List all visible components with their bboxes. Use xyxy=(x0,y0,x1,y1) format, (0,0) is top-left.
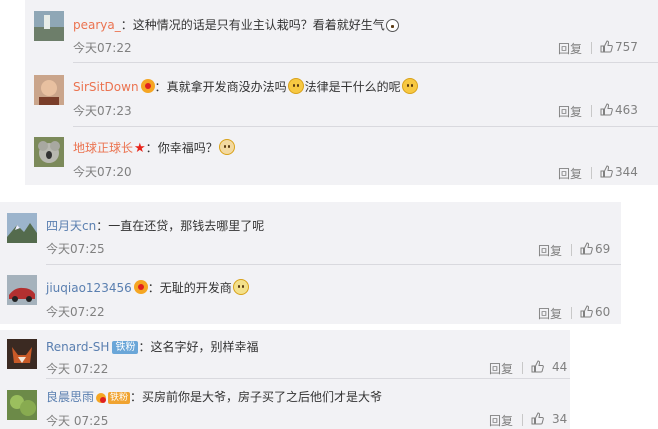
colon: ： xyxy=(120,18,133,32)
timestamp: 今天07:25 xyxy=(46,242,105,256)
comment-text: 买房前你是大爷，房子买了之后他们才是大爷 xyxy=(142,390,383,404)
like-count: 69 xyxy=(595,242,611,256)
reply-button[interactable]: 回复 xyxy=(538,242,562,259)
reply-button[interactable]: 回复 xyxy=(558,103,582,120)
comment-item: 良晨思雨 铁粉 ：买房前你是大爷，房子买了之后他们才是大爷 今天 07:25 回复 … xyxy=(0,379,570,429)
timestamp: 今天 07:22 xyxy=(46,362,109,376)
divider xyxy=(591,167,592,179)
divider xyxy=(591,105,592,117)
comment-panel-bottom: Renard-SH 铁粉 ：这名字好，别样幸福 今天 07:22 回复 44 良晨思… xyxy=(0,330,570,429)
username[interactable]: pearya_ xyxy=(73,18,121,32)
timestamp: 今天07:22 xyxy=(46,305,105,319)
like-count: 60 xyxy=(595,305,611,319)
comment-panel-top: pearya_：这种情况的话是只有业主认栽吗？看着就好生气 今天07:22 回复… xyxy=(25,0,658,185)
like-button[interactable]: 34 xyxy=(531,412,567,426)
comment-item: 地球正球长★：你幸福吗？ 今天07:20 回复 344 xyxy=(25,127,658,185)
comment-text-part: 真就拿开发商没办法吗 xyxy=(166,80,287,94)
star-badge-icon: ★ xyxy=(134,141,146,156)
like-count: 757 xyxy=(615,40,638,54)
comment-text: 无耻的开发商 xyxy=(159,281,232,295)
reply-button[interactable]: 回复 xyxy=(558,165,582,182)
comment-text: 一直在还贷，那钱去哪里了呢 xyxy=(108,219,265,233)
colon: ： xyxy=(96,219,109,233)
like-count: 344 xyxy=(615,165,638,179)
reply-button[interactable]: 回复 xyxy=(489,360,513,377)
comment-text-part: 法律是干什么的呢 xyxy=(304,80,401,94)
avatar[interactable] xyxy=(7,390,37,420)
colon: ： xyxy=(154,80,167,94)
timestamp: 今天07:20 xyxy=(73,165,132,179)
thumbs-up-icon xyxy=(600,165,613,178)
comment-item: jiuqiao123456 ：无耻的开发商 今天07:22 回复 60 xyxy=(0,265,621,324)
thumbs-up-icon xyxy=(531,412,544,425)
like-count: 34 xyxy=(552,412,568,426)
avatar[interactable] xyxy=(34,11,64,41)
angry-emoji-icon xyxy=(385,19,399,32)
avatar[interactable] xyxy=(7,275,37,305)
username[interactable]: 地球正球长 xyxy=(73,141,133,155)
like-button[interactable]: 757 xyxy=(600,40,638,54)
like-button[interactable]: 60 xyxy=(580,305,610,319)
verified-badge-icon xyxy=(96,393,107,403)
divider xyxy=(522,414,523,426)
timestamp: 今天07:22 xyxy=(73,41,132,55)
confused-emoji-icon xyxy=(287,78,304,94)
divider xyxy=(522,362,523,374)
username[interactable]: 良晨思雨 xyxy=(46,390,94,404)
colon: ： xyxy=(147,281,160,295)
comment-item: pearya_：这种情况的话是只有业主认栽吗？看着就好生气 今天07:22 回复… xyxy=(25,0,658,62)
avatar[interactable] xyxy=(7,339,37,369)
verified-badge-icon xyxy=(133,280,148,294)
avatar[interactable] xyxy=(7,213,37,243)
thumbs-up-icon xyxy=(580,305,593,318)
fan-tag: 铁粉 xyxy=(108,392,131,404)
avatar[interactable] xyxy=(34,75,64,105)
divider xyxy=(571,307,572,319)
comment-text: 这种情况的话是只有业主认栽吗？看着就好生气 xyxy=(132,18,385,32)
comment-item: SirSitDown ：真就拿开发商没办法吗 法律是干什么的呢 今天07:23 回复… xyxy=(25,63,658,125)
timestamp: 今天07:23 xyxy=(73,104,132,118)
divider xyxy=(571,244,572,256)
like-button[interactable]: 344 xyxy=(600,165,638,179)
like-button[interactable]: 44 xyxy=(531,360,567,374)
verified-badge-icon xyxy=(140,79,155,93)
avatar[interactable] xyxy=(34,137,64,167)
fan-tag: 铁粉 xyxy=(112,341,139,354)
comment-item: 四月天cn：一直在还贷，那钱去哪里了呢 今天07:25 回复 69 xyxy=(0,202,621,263)
thumbs-up-icon xyxy=(531,360,544,373)
reply-button[interactable]: 回复 xyxy=(489,412,513,429)
colon: ： xyxy=(145,141,158,155)
like-button[interactable]: 463 xyxy=(600,103,638,117)
colon: ： xyxy=(130,390,143,404)
username[interactable]: 四月天cn xyxy=(46,219,96,233)
reply-button[interactable]: 回复 xyxy=(538,305,562,322)
doge-emoji-icon xyxy=(218,139,235,155)
timestamp: 今天 07:25 xyxy=(46,414,109,428)
comment-panel-middle: 四月天cn：一直在还贷，那钱去哪里了呢 今天07:25 回复 69 jiuqia… xyxy=(0,202,621,324)
comment-item: Renard-SH 铁粉 ：这名字好，别样幸福 今天 07:22 回复 44 xyxy=(0,330,570,378)
colon: ： xyxy=(138,340,151,354)
divider xyxy=(591,42,592,54)
username[interactable]: SirSitDown xyxy=(73,80,139,94)
like-count: 463 xyxy=(615,103,638,117)
like-count: 44 xyxy=(552,360,568,374)
username[interactable]: jiuqiao123456 xyxy=(46,281,132,295)
comment-text: 你幸福吗？ xyxy=(157,141,218,155)
username[interactable]: Renard-SH xyxy=(46,340,109,354)
like-button[interactable]: 69 xyxy=(580,242,610,256)
thumbs-up-icon xyxy=(600,40,613,53)
speechless-emoji-icon xyxy=(232,279,249,295)
thumbs-up-icon xyxy=(580,242,593,255)
thumbs-up-icon xyxy=(600,103,613,116)
reply-button[interactable]: 回复 xyxy=(558,40,582,57)
confused-emoji-icon xyxy=(401,78,418,94)
comment-text: 这名字好，别样幸福 xyxy=(150,340,259,354)
